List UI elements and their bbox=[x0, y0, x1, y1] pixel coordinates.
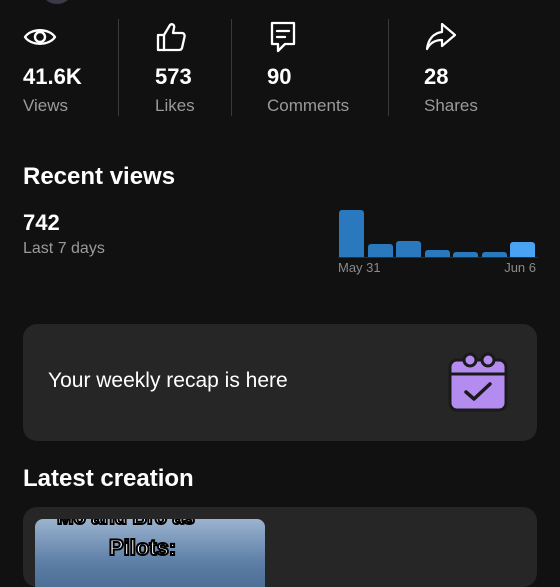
video-thumbnail[interactable]: Mo and Bro as Pilots: bbox=[35, 519, 265, 587]
tick-label-first: May 31 bbox=[338, 260, 381, 275]
recent-views-total: 742 bbox=[23, 210, 60, 235]
bar-jun-1[interactable] bbox=[367, 244, 393, 257]
shares-label: Shares bbox=[424, 96, 478, 115]
bar-jun-4[interactable] bbox=[453, 252, 478, 257]
recent-views-chart[interactable]: May 31 Jun 6 bbox=[336, 200, 540, 286]
recent-views-period: Last 7 days bbox=[23, 240, 105, 257]
divider bbox=[118, 19, 119, 116]
bar-jun-6[interactable] bbox=[510, 242, 535, 257]
likes-value: 573 bbox=[155, 64, 192, 89]
divider bbox=[388, 19, 389, 116]
views-label: Views bbox=[23, 96, 69, 115]
thumbnail-caption-line2: Pilots: bbox=[108, 534, 177, 561]
calendar-check-icon bbox=[448, 352, 508, 412]
divider bbox=[231, 19, 232, 116]
chart-baseline bbox=[338, 257, 538, 258]
comment-icon bbox=[270, 21, 296, 53]
thumbnail-caption-line1: Mo and Bro as bbox=[56, 519, 196, 530]
eye-icon bbox=[23, 29, 57, 45]
views-value: 41.6K bbox=[23, 64, 82, 89]
shares-value: 28 bbox=[424, 64, 449, 89]
share-icon bbox=[425, 22, 457, 51]
latest-creation-card[interactable]: Mo and Bro as Pilots: bbox=[23, 507, 537, 587]
weekly-recap-card[interactable]: Your weekly recap is here bbox=[23, 324, 537, 441]
avatar[interactable] bbox=[40, 0, 74, 4]
comments-value: 90 bbox=[267, 64, 292, 89]
recent-views-title: Recent views bbox=[23, 163, 176, 190]
latest-creation-title: Latest creation bbox=[23, 465, 194, 492]
bar-jun-5[interactable] bbox=[481, 252, 507, 257]
bar-may-31[interactable] bbox=[339, 210, 364, 257]
thumbs-up-icon bbox=[156, 23, 186, 52]
comments-label: Comments bbox=[267, 96, 350, 115]
bar-jun-2[interactable] bbox=[396, 241, 421, 257]
bar-jun-3[interactable] bbox=[424, 250, 450, 257]
weekly-recap-text: Your weekly recap is here bbox=[48, 369, 288, 392]
likes-label: Likes bbox=[155, 96, 195, 115]
tick-label-last: Jun 6 bbox=[504, 260, 536, 275]
